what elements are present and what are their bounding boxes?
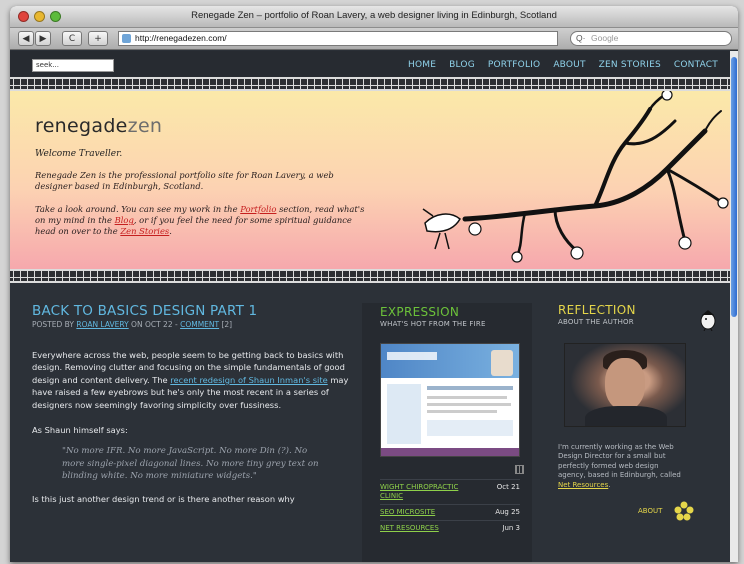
cherry-branch-illustration-icon [422,91,729,263]
top-navigation: seek... HOME BLOG PORTFOLIO ABOUT ZEN ST… [10,51,730,77]
address-text: http://renegadezen.com/ [135,33,227,43]
item-date: Aug 25 [495,508,520,516]
browser-toolbar: ◀ ▶ C + http://renegadezen.com/ Q· Googl… [10,28,738,50]
author-link[interactable]: ROAN LAVERY [76,320,128,329]
item-date: Oct 21 [496,483,520,491]
post-paragraph-2: As Shaun himself says: [32,425,128,436]
meta-posted-by: POSTED BY [32,320,77,329]
nav-home[interactable]: HOME [408,60,436,70]
comment-link[interactable]: COMMENT [180,320,219,329]
hero-banner: renegadezen Welcome Traveller. Renegade … [10,91,730,269]
bio-text-end: . [608,480,611,489]
expression-section: EXPRESSION WHAT'S HOT FROM THE FIRE WIGH… [362,303,532,562]
author-bio: I'm currently working as the Web Design … [558,443,688,490]
reload-button[interactable]: C [62,31,82,46]
intro-text-a: Take a look around. You can see my work … [35,204,241,214]
shaun-inman-link[interactable]: recent redesign of Shaun Inman's site [170,375,327,385]
address-bar[interactable]: http://renegadezen.com/ [118,31,558,46]
pattern-band-bottom [10,269,730,283]
post-paragraph-3: Is this just another design trend or is … [32,493,295,504]
post-meta: POSTED BY ROAN LAVERY ON OCT 22 - COMMEN… [32,320,350,329]
expression-list: WIGHT CHIROPRACTIC CLINIC Oct 21 SEO MICR… [380,479,520,536]
photo-face [605,358,645,410]
thumb-footer [381,448,519,456]
post-paragraph-1: Everywhere across the web, people seem t… [32,349,350,411]
thumb-line [427,403,511,406]
blog-post: BACK TO BASICS DESIGN PART 1 POSTED BY R… [32,303,350,504]
logo-part-renegade: renegade [35,115,128,137]
blog-link[interactable]: Blog [115,215,134,225]
item-date: Jun 3 [502,524,520,532]
bird-icon [700,310,716,331]
item-name[interactable]: WIGHT CHIROPRACTIC CLINIC [380,483,468,501]
item-name[interactable]: SEO MICROSITE [380,508,468,517]
comment-count: [2] [219,320,233,329]
thumb-sidebar [387,384,421,444]
thumb-box [427,420,513,436]
web-page: seek... HOME BLOG PORTFOLIO ABOUT ZEN ST… [10,51,738,562]
back-button[interactable]: ◀ [18,31,34,46]
thumb-line [427,410,497,413]
zen-stories-link[interactable]: Zen Stories [120,226,169,236]
list-item[interactable]: SEO MICROSITE Aug 25 [380,504,520,520]
flower-icon [674,501,694,521]
intro-paragraph-links: Take a look around. You can see my work … [35,204,375,237]
add-bookmark-button[interactable]: + [88,31,108,46]
reflection-title: REFLECTION [558,303,636,317]
nav-portfolio[interactable]: PORTFOLIO [488,60,540,70]
main-menu: HOME BLOG PORTFOLIO ABOUT ZEN STORIES CO… [408,60,718,70]
search-placeholder: Google [591,33,619,43]
list-item[interactable]: NET RESOURCES Jun 3 [380,520,520,536]
post-title[interactable]: BACK TO BASICS DESIGN PART 1 [32,303,350,319]
welcome-heading: Welcome Traveller. [35,149,123,159]
expression-title: EXPRESSION [380,305,460,319]
thumb-photo [491,350,513,376]
reflection-section: REFLECTION ABOUT THE AUTHOR I'm currentl… [558,303,718,521]
meta-date: ON OCT 22 - [128,320,181,329]
site-favicon-icon [122,34,131,43]
about-link[interactable]: ABOUT [638,507,662,515]
portfolio-link[interactable]: Portfolio [240,204,276,214]
thumb-line [427,396,507,399]
thumb-line [427,386,513,390]
nav-about[interactable]: ABOUT [553,60,585,70]
nav-zen-stories[interactable]: ZEN STORIES [599,60,661,70]
reflection-subtitle: ABOUT THE AUTHOR [558,318,634,326]
magnifier-icon: Q· [576,33,586,43]
net-resources-link[interactable]: Net Resources [558,481,608,489]
gallery-grid-icon[interactable] [515,465,524,474]
post-quote: "No more IFR. No more JavaScript. No mor… [62,446,319,482]
bio-text: I'm currently working as the Web Design … [558,443,681,480]
browser-window: Renegade Zen – portfolio of Roan Lavery,… [10,6,738,562]
search-field[interactable]: Q· Google [570,31,732,46]
pattern-band-top [10,77,730,91]
forward-button[interactable]: ▶ [35,31,51,46]
intro-text-d: . [169,226,172,236]
title-bar: Renegade Zen – portfolio of Roan Lavery,… [10,6,738,28]
item-name[interactable]: NET RESOURCES [380,524,468,533]
site-search-input[interactable]: seek... [32,59,114,72]
list-item[interactable]: WIGHT CHIROPRACTIC CLINIC Oct 21 [380,479,520,504]
author-photo [564,343,686,427]
logo-part-zen: zen [127,115,163,137]
nav-blog[interactable]: BLOG [449,60,475,70]
thumb-logo [387,352,437,360]
intro-paragraph: Renegade Zen is the professional portfol… [35,170,334,191]
photo-shirt [585,406,667,426]
nav-contact[interactable]: CONTACT [674,60,718,70]
site-logo[interactable]: renegadezen [35,115,162,137]
scrollbar-thumb[interactable] [731,57,737,317]
window-title: Renegade Zen – portfolio of Roan Lavery,… [191,10,557,21]
vertical-scrollbar[interactable] [730,51,738,562]
portfolio-thumbnail[interactable] [380,343,520,457]
expression-subtitle: WHAT'S HOT FROM THE FIRE [380,320,486,328]
